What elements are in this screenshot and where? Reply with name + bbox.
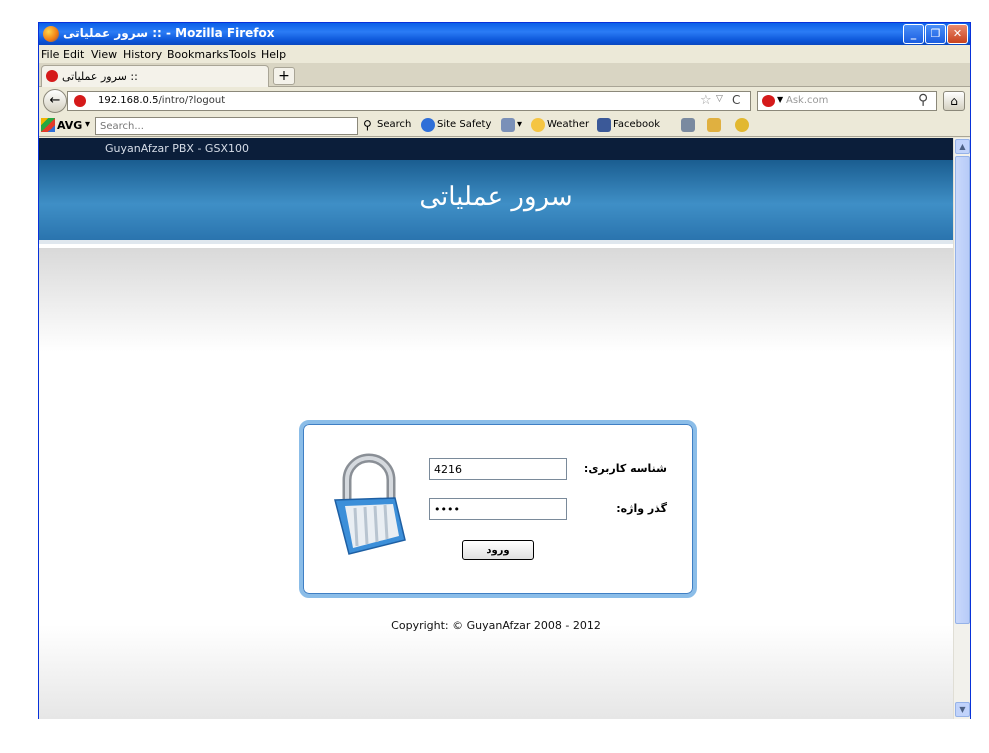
page-content: GuyanAfzar PBX - GSX100 سرور عملیاتی شنا… (39, 138, 953, 719)
site-favicon-icon (46, 70, 58, 82)
scroll-up-button[interactable]: ▲ (955, 139, 970, 154)
avg-dropdown-icon[interactable]: ▾ (85, 119, 90, 130)
firefox-icon (43, 26, 59, 42)
browser-window: سرور عملیاتی :: - Mozilla Firefox _ ❐ ✕ … (38, 22, 971, 719)
url-text: 192.168.0.5/intro/?logout (98, 95, 225, 106)
padlock-icon (334, 453, 406, 555)
menu-edit[interactable]: Edit (63, 48, 84, 61)
tab-bar: سرور عملیاتی :: + (39, 63, 970, 87)
copyright-text: Copyright: © GuyanAfzar 2008 - 2012 (391, 619, 601, 632)
menu-history[interactable]: History (123, 48, 162, 61)
username-input[interactable] (429, 458, 567, 480)
notes-icon[interactable] (681, 118, 695, 132)
minimize-button[interactable]: _ (903, 24, 924, 44)
password-label: گذر واژه: (616, 502, 667, 515)
avg-label[interactable]: AVG (57, 119, 82, 132)
search-placeholder: Ask.com (786, 95, 829, 106)
avg-search-input[interactable] (96, 118, 357, 134)
site-identity-icon[interactable] (74, 95, 86, 107)
url-host: 192.168.0.5 (98, 95, 159, 106)
edit-icon[interactable] (707, 118, 721, 132)
facebook-icon (597, 118, 611, 132)
avg-search-box[interactable] (95, 117, 358, 135)
site-banner: سرور عملیاتی (39, 160, 953, 244)
search-bar[interactable]: ▼ Ask.com ⚲ (757, 91, 937, 111)
title-bar[interactable]: سرور عملیاتی :: - Mozilla Firefox _ ❐ ✕ (39, 23, 970, 45)
trash-dropdown-icon[interactable]: ▾ (517, 119, 522, 130)
login-button[interactable]: ورود (462, 540, 534, 560)
bookmark-star-icon[interactable]: ☆ (700, 93, 712, 108)
weather-icon (531, 118, 545, 132)
back-button[interactable]: ← (43, 89, 67, 113)
reload-icon[interactable]: C (732, 93, 740, 107)
facebook-button[interactable]: Facebook (613, 119, 660, 130)
url-bar[interactable]: 192.168.0.5/intro/?logout ☆ ▽ C (67, 91, 751, 111)
vertical-scrollbar[interactable]: ▲ ▼ (953, 138, 970, 719)
menu-bookmarks[interactable]: Bookmarks (167, 48, 228, 61)
new-tab-button[interactable]: + (273, 67, 295, 85)
page-background: شناسه کاربری: گذر واژه: ورود (39, 248, 953, 719)
close-button[interactable]: ✕ (947, 24, 968, 44)
maximize-button[interactable]: ❐ (925, 24, 946, 44)
menu-help[interactable]: Help (261, 48, 286, 61)
login-panel: شناسه کاربری: گذر واژه: ورود (299, 420, 697, 598)
scroll-thumb[interactable] (955, 156, 970, 624)
menu-tools[interactable]: Tools (229, 48, 256, 61)
tools-icon[interactable] (735, 118, 749, 132)
url-path: /intro/?logout (158, 95, 226, 106)
tab-label: سرور عملیاتی :: (62, 70, 138, 83)
trash-icon[interactable] (501, 118, 515, 132)
search-icon[interactable]: ⚲ (918, 92, 928, 108)
scroll-down-button[interactable]: ▼ (955, 702, 970, 717)
site-safety-icon (421, 118, 435, 132)
username-label: شناسه کاربری: (583, 462, 667, 475)
avg-toolbar: AVG ▾ ⚲ Search Site Safety ▾ Weather Fac… (39, 115, 970, 137)
avg-search-icon[interactable]: ⚲ (363, 118, 372, 132)
menu-bar: File Edit View History Bookmarks Tools H… (39, 45, 970, 63)
avg-search-button[interactable]: Search (377, 119, 411, 130)
menu-view[interactable]: View (91, 48, 117, 61)
search-engine-dropdown-icon[interactable]: ▼ (777, 95, 783, 104)
navigation-bar: ← 192.168.0.5/intro/?logout ☆ ▽ C ▼ Ask.… (39, 87, 970, 115)
window-title: سرور عملیاتی :: - Mozilla Firefox (63, 26, 275, 40)
avg-logo-icon (41, 118, 55, 132)
site-safety-button[interactable]: Site Safety (437, 119, 491, 130)
menu-file[interactable]: File (41, 48, 59, 61)
ask-engine-icon[interactable] (762, 95, 775, 107)
site-top-nav: GuyanAfzar PBX - GSX100 (39, 138, 953, 160)
product-name: GuyanAfzar PBX - GSX100 (105, 142, 249, 155)
password-input[interactable] (429, 498, 567, 520)
weather-button[interactable]: Weather (547, 119, 589, 130)
site-title: سرور عملیاتی (419, 182, 573, 212)
home-button[interactable]: ⌂ (943, 91, 965, 111)
url-dropdown-icon[interactable]: ▽ (716, 94, 723, 104)
tab-active[interactable]: سرور عملیاتی :: (41, 65, 269, 87)
